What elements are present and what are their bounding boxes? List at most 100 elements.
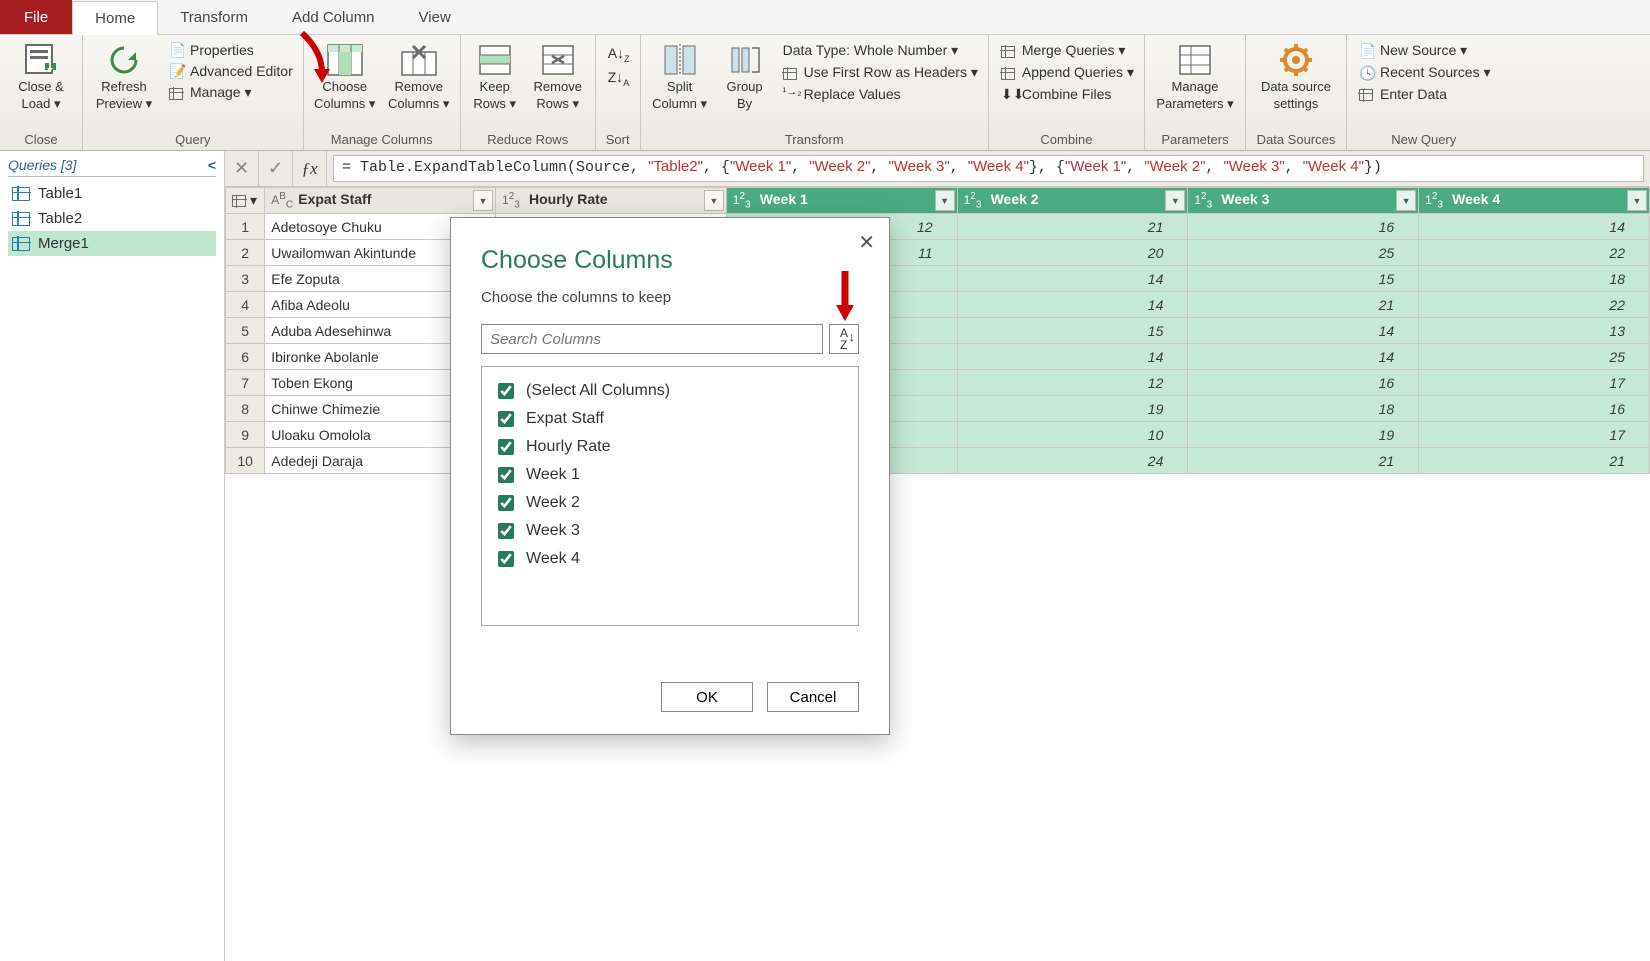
cell[interactable]: 13	[1419, 318, 1650, 344]
row-number[interactable]: 8	[226, 396, 265, 422]
column-checkbox-item[interactable]: Week 2	[494, 489, 846, 517]
queries-header[interactable]: Queries [3] <	[8, 157, 216, 177]
tab-file[interactable]: File	[0, 0, 72, 34]
advanced-editor-button[interactable]: 📝Advanced Editor	[165, 62, 297, 80]
cell[interactable]: 19	[1188, 422, 1419, 448]
column-header-expat staff[interactable]: ABCExpat Staff▼	[265, 188, 496, 214]
column-checkbox[interactable]	[498, 439, 514, 455]
column-header-week 4[interactable]: 123Week 4▼	[1419, 188, 1650, 214]
row-number[interactable]: 6	[226, 344, 265, 370]
dialog-ok-button[interactable]: OK	[661, 682, 753, 712]
dialog-search-input[interactable]	[481, 324, 823, 354]
cell[interactable]: 21	[1188, 448, 1419, 474]
cell[interactable]: 21	[957, 214, 1188, 240]
cell[interactable]: 14	[957, 344, 1188, 370]
filter-icon[interactable]: ▼	[473, 190, 493, 211]
row-number[interactable]: 5	[226, 318, 265, 344]
refresh-preview-button[interactable]: Refresh Preview ▾	[89, 38, 159, 112]
row-number[interactable]: 9	[226, 422, 265, 448]
column-checkbox-item[interactable]: Hourly Rate	[494, 433, 846, 461]
data-type-button[interactable]: Data Type: Whole Number ▾	[779, 41, 982, 60]
cell[interactable]: 14	[957, 266, 1188, 292]
sort-asc-button[interactable]: A↓Z	[604, 44, 634, 65]
column-header-hourly rate[interactable]: 123Hourly Rate▼	[496, 188, 727, 214]
column-checkbox-item[interactable]: Expat Staff	[494, 405, 846, 433]
column-checkbox[interactable]	[498, 411, 514, 427]
column-checkbox-item[interactable]: (Select All Columns)	[494, 377, 846, 405]
dialog-close-button[interactable]: ✕	[858, 230, 875, 255]
cell[interactable]: 10	[957, 422, 1188, 448]
cell[interactable]: 21	[1419, 448, 1650, 474]
cell[interactable]: 14	[1188, 318, 1419, 344]
keep-rows-button[interactable]: Keep Rows ▾	[467, 38, 523, 112]
column-header-week 3[interactable]: 123Week 3▼	[1188, 188, 1419, 214]
column-checkbox[interactable]	[498, 383, 514, 399]
row-number[interactable]: 7	[226, 370, 265, 396]
cell[interactable]: 22	[1419, 292, 1650, 318]
filter-icon[interactable]: ▼	[1396, 190, 1416, 211]
query-item-merge1[interactable]: Merge1	[8, 231, 216, 256]
filter-icon[interactable]: ▼	[704, 190, 724, 211]
new-source-button[interactable]: 📄New Source ▾	[1355, 41, 1495, 60]
cell[interactable]: 25	[1188, 240, 1419, 266]
manage-parameters-button[interactable]: Manage Parameters ▾	[1151, 38, 1239, 112]
cell[interactable]: 15	[1188, 266, 1419, 292]
filter-icon[interactable]: ▼	[935, 190, 955, 211]
tab-view[interactable]: View	[397, 0, 473, 34]
cell[interactable]: 15	[957, 318, 1188, 344]
row-number[interactable]: 3	[226, 266, 265, 292]
cell[interactable]: 14	[957, 292, 1188, 318]
filter-icon[interactable]: ▼	[1627, 190, 1647, 211]
cell[interactable]: 19	[957, 396, 1188, 422]
cell[interactable]: 24	[957, 448, 1188, 474]
tab-home[interactable]: Home	[72, 1, 158, 35]
column-checkbox[interactable]	[498, 467, 514, 483]
data-source-settings-button[interactable]: Data source settings	[1252, 38, 1340, 112]
choose-columns-button[interactable]: Choose Columns ▾	[310, 38, 380, 112]
row-number[interactable]: 1	[226, 214, 265, 240]
formula-cancel-button[interactable]: ✕	[225, 151, 259, 186]
filter-icon[interactable]: ▼	[1165, 190, 1185, 211]
cell[interactable]: 16	[1188, 370, 1419, 396]
cell[interactable]: 21	[1188, 292, 1419, 318]
dialog-cancel-button[interactable]: Cancel	[767, 682, 859, 712]
column-header-week 1[interactable]: 123Week 1▼	[726, 188, 957, 214]
replace-values-button[interactable]: ¹→₂Replace Values	[779, 85, 982, 103]
query-item-table1[interactable]: Table1	[8, 181, 216, 206]
cell[interactable]: 14	[1188, 344, 1419, 370]
formula-input[interactable]: = Table.ExpandTableColumn(Source, "Table…	[333, 155, 1644, 182]
cell[interactable]: 20	[957, 240, 1188, 266]
cell[interactable]: 22	[1419, 240, 1650, 266]
formula-accept-button[interactable]: ✓	[259, 151, 293, 186]
group-by-button[interactable]: Group By	[717, 38, 773, 112]
column-checkbox-item[interactable]: Week 3	[494, 517, 846, 545]
remove-rows-button[interactable]: Remove Rows ▾	[527, 38, 589, 112]
tab-transform[interactable]: Transform	[158, 0, 270, 34]
remove-columns-button[interactable]: Remove Columns ▾	[384, 38, 454, 112]
column-checkbox[interactable]	[498, 551, 514, 567]
sort-desc-button[interactable]: Z↓A	[604, 68, 634, 89]
recent-sources-button[interactable]: 🕓Recent Sources ▾	[1355, 63, 1495, 82]
cell[interactable]: 25	[1419, 344, 1650, 370]
split-column-button[interactable]: Split Column ▾	[647, 38, 713, 112]
first-row-headers-button[interactable]: Use First Row as Headers ▾	[779, 63, 982, 82]
column-checkbox-item[interactable]: Week 4	[494, 545, 846, 573]
grid-corner[interactable]: ▾	[226, 188, 265, 214]
merge-queries-button[interactable]: Merge Queries ▾	[997, 41, 1138, 60]
column-header-week 2[interactable]: 123Week 2▼	[957, 188, 1188, 214]
cell[interactable]: 17	[1419, 422, 1650, 448]
fx-icon[interactable]: ƒx	[293, 151, 327, 186]
row-number[interactable]: 2	[226, 240, 265, 266]
cell[interactable]: 18	[1188, 396, 1419, 422]
cell[interactable]: 12	[957, 370, 1188, 396]
cell[interactable]: 18	[1419, 266, 1650, 292]
cell[interactable]: 17	[1419, 370, 1650, 396]
combine-files-button[interactable]: ⬇⬇Combine Files	[997, 85, 1138, 103]
properties-button[interactable]: 📄Properties	[165, 41, 297, 59]
query-item-table2[interactable]: Table2	[8, 206, 216, 231]
row-number[interactable]: 10	[226, 448, 265, 474]
dialog-sort-button[interactable]: AZ↓	[829, 324, 859, 354]
column-checkbox[interactable]	[498, 495, 514, 511]
tab-addcolumn[interactable]: Add Column	[270, 0, 397, 34]
column-checkbox-item[interactable]: Week 1	[494, 461, 846, 489]
